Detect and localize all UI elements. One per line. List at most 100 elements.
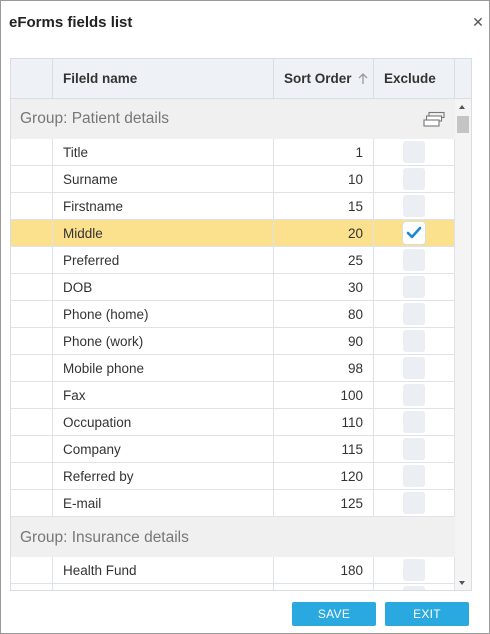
dialog-title: eForms fields list [9, 14, 133, 31]
field-name-cell: Phone (work) [53, 328, 274, 355]
field-name-cell: Surname [53, 166, 274, 193]
scroll-down-arrow-icon[interactable] [459, 581, 465, 585]
exclude-checkbox[interactable] [403, 438, 425, 460]
table-row[interactable]: Surname 10 [11, 166, 455, 193]
exclude-checkbox[interactable] [403, 276, 425, 298]
sort-order-cell: 98 [274, 355, 374, 382]
row-indent-cell [11, 193, 53, 220]
check-icon [406, 226, 422, 239]
collapse-groups-icon[interactable] [422, 111, 446, 129]
exclude-cell [374, 463, 455, 490]
exclude-cell [374, 490, 455, 517]
grid-header: Fileld name Sort Order Exclude [11, 59, 471, 99]
header-field-name[interactable]: Fileld name [53, 59, 274, 99]
group-header[interactable]: Group: Insurance details [11, 517, 455, 557]
field-name-cell: Title [53, 139, 274, 166]
field-name-cell: Referred by [53, 463, 274, 490]
exclude-cell [374, 166, 455, 193]
exclude-cell [374, 247, 455, 274]
table-row[interactable]: Title 1 [11, 139, 455, 166]
exclude-checkbox[interactable] [403, 303, 425, 325]
exclude-checkbox[interactable] [403, 357, 425, 379]
sort-order-cell: 100 [274, 382, 374, 409]
field-name-cell: Health Fund [53, 557, 274, 584]
row-indent-cell [11, 301, 53, 328]
sort-ascending-icon [358, 73, 368, 84]
exclude-checkbox[interactable] [403, 141, 425, 163]
exclude-checkbox[interactable] [403, 222, 425, 244]
table-row[interactable]: Health Fund 180 [11, 557, 455, 584]
sort-order-cell: 30 [274, 274, 374, 301]
exclude-cell [374, 193, 455, 220]
sort-order-cell: 1 [274, 139, 374, 166]
grid-body[interactable]: Group: Patient details Title 1 Surname 10 Fir… [11, 99, 455, 590]
save-button[interactable]: SAVE [292, 602, 376, 626]
exclude-checkbox[interactable] [403, 465, 425, 487]
field-name-cell: Firstname [53, 193, 274, 220]
row-indent-cell [11, 436, 53, 463]
sort-order-cell: 115 [274, 436, 374, 463]
sort-order-cell: 90 [274, 328, 374, 355]
header-blank-cell [11, 59, 53, 99]
row-indent-cell [11, 139, 53, 166]
exclude-cell [374, 557, 455, 584]
exclude-checkbox[interactable] [403, 330, 425, 352]
close-icon[interactable]: ✕ [471, 15, 485, 29]
table-row[interactable]: Preferred 25 [11, 247, 455, 274]
table-row[interactable]: Membership No190 [11, 584, 455, 590]
sort-order-cell: 125 [274, 490, 374, 517]
group-header-label: Group: Patient details [20, 110, 170, 127]
row-indent-cell [11, 220, 53, 247]
table-row[interactable]: Occupation 110 [11, 409, 455, 436]
exclude-checkbox[interactable] [403, 559, 425, 581]
table-row[interactable]: Mobile phone 98 [11, 355, 455, 382]
row-indent-cell [11, 382, 53, 409]
field-name-cell: DOB [53, 274, 274, 301]
row-indent-cell [11, 584, 53, 590]
table-row[interactable]: E-mail 125 [11, 490, 455, 517]
header-sort-order[interactable]: Sort Order [274, 59, 374, 99]
group-header[interactable]: Group: Patient details [11, 99, 455, 139]
exclude-cell [374, 274, 455, 301]
table-row[interactable]: Company 115 [11, 436, 455, 463]
exclude-checkbox[interactable] [403, 168, 425, 190]
row-indent-cell [11, 274, 53, 301]
fields-grid: Fileld name Sort Order Exclude Group: Pa… [10, 58, 472, 591]
header-exclude[interactable]: Exclude [374, 59, 455, 99]
field-name-cell: Mobile phone [53, 355, 274, 382]
row-indent-cell [11, 166, 53, 193]
exclude-checkbox[interactable] [403, 384, 425, 406]
field-name-cell: Company [53, 436, 274, 463]
vertical-scrollbar[interactable] [455, 99, 471, 590]
exclude-cell [374, 355, 455, 382]
row-indent-cell [11, 355, 53, 382]
table-row[interactable]: Middle 20 [11, 220, 455, 247]
sort-order-cell: 190 [274, 584, 374, 590]
table-row[interactable]: DOB 30 [11, 274, 455, 301]
eforms-fields-dialog: eForms fields list ✕ Fileld name Sort Or… [0, 0, 490, 634]
scroll-up-arrow-icon[interactable] [459, 105, 465, 109]
exclude-cell [374, 328, 455, 355]
row-indent-cell [11, 328, 53, 355]
table-row[interactable]: Phone (home) 80 [11, 301, 455, 328]
sort-order-cell: 110 [274, 409, 374, 436]
row-indent-cell [11, 463, 53, 490]
field-name-cell: Occupation [53, 409, 274, 436]
exclude-cell [374, 436, 455, 463]
table-row[interactable]: Referred by 120 [11, 463, 455, 490]
exclude-checkbox[interactable] [403, 411, 425, 433]
field-name-cell: Phone (home) [53, 301, 274, 328]
exit-button[interactable]: EXIT [385, 602, 469, 626]
exclude-checkbox[interactable] [403, 492, 425, 514]
exclude-checkbox[interactable] [403, 195, 425, 217]
table-row[interactable]: Phone (work) 90 [11, 328, 455, 355]
exclude-cell [374, 584, 455, 590]
field-name-cell: E-mail [53, 490, 274, 517]
table-row[interactable]: Firstname 15 [11, 193, 455, 220]
table-row[interactable]: Fax 100 [11, 382, 455, 409]
scrollbar-thumb[interactable] [457, 116, 469, 133]
exclude-checkbox[interactable] [403, 586, 425, 590]
exclude-cell [374, 220, 455, 247]
row-indent-cell [11, 247, 53, 274]
exclude-checkbox[interactable] [403, 249, 425, 271]
